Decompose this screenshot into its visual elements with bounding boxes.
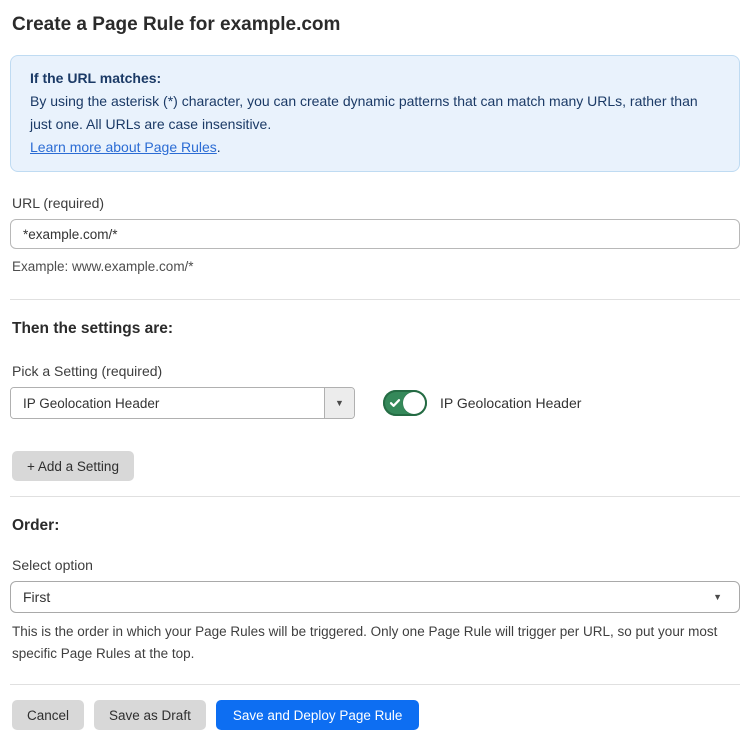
- url-input[interactable]: [10, 219, 740, 249]
- order-select-label: Select option: [12, 557, 740, 573]
- url-field-label: URL (required): [12, 195, 740, 211]
- divider: [10, 684, 740, 685]
- save-as-draft-button[interactable]: Save as Draft: [94, 700, 206, 730]
- toggle-knob: [403, 392, 425, 414]
- cancel-button[interactable]: Cancel: [12, 700, 84, 730]
- setting-row: IP Geolocation Header ▼ IP Geolocation H…: [10, 387, 740, 419]
- settings-section-heading: Then the settings are:: [12, 320, 740, 338]
- learn-more-page-rules-link[interactable]: Learn more about Page Rules: [30, 139, 217, 155]
- setting-select-arrow-button[interactable]: ▼: [324, 388, 354, 418]
- link-suffix-text: .: [217, 139, 221, 155]
- divider: [10, 496, 740, 497]
- ip-geolocation-toggle[interactable]: [383, 390, 427, 416]
- chevron-down-icon: ▼: [335, 399, 344, 408]
- info-box-heading: If the URL matches:: [30, 67, 720, 90]
- info-box-link-line: Learn more about Page Rules.: [30, 136, 720, 159]
- url-match-info-box: If the URL matches: By using the asteris…: [10, 55, 740, 172]
- save-and-deploy-button[interactable]: Save and Deploy Page Rule: [216, 700, 420, 730]
- toggle-label: IP Geolocation Header: [440, 395, 581, 411]
- order-select-value: First: [23, 589, 50, 605]
- footer-button-row: Cancel Save as Draft Save and Deploy Pag…: [12, 700, 740, 730]
- page-title: Create a Page Rule for example.com: [12, 13, 740, 37]
- chevron-down-icon: ▼: [713, 593, 722, 602]
- divider: [10, 299, 740, 300]
- checkmark-icon: [389, 397, 401, 409]
- order-helper-text: This is the order in which your Page Rul…: [12, 621, 750, 665]
- pick-setting-label: Pick a Setting (required): [12, 363, 740, 379]
- url-helper-text: Example: www.example.com/*: [12, 256, 740, 277]
- setting-select-value: IP Geolocation Header: [11, 388, 324, 418]
- setting-select[interactable]: IP Geolocation Header ▼: [10, 387, 355, 419]
- order-select[interactable]: First ▼: [10, 581, 740, 613]
- create-page-rule-form: Create a Page Rule for example.com If th…: [0, 0, 750, 730]
- order-section-heading: Order:: [12, 517, 740, 535]
- info-box-body: By using the asterisk (*) character, you…: [30, 90, 720, 136]
- add-setting-button[interactable]: + Add a Setting: [12, 451, 134, 481]
